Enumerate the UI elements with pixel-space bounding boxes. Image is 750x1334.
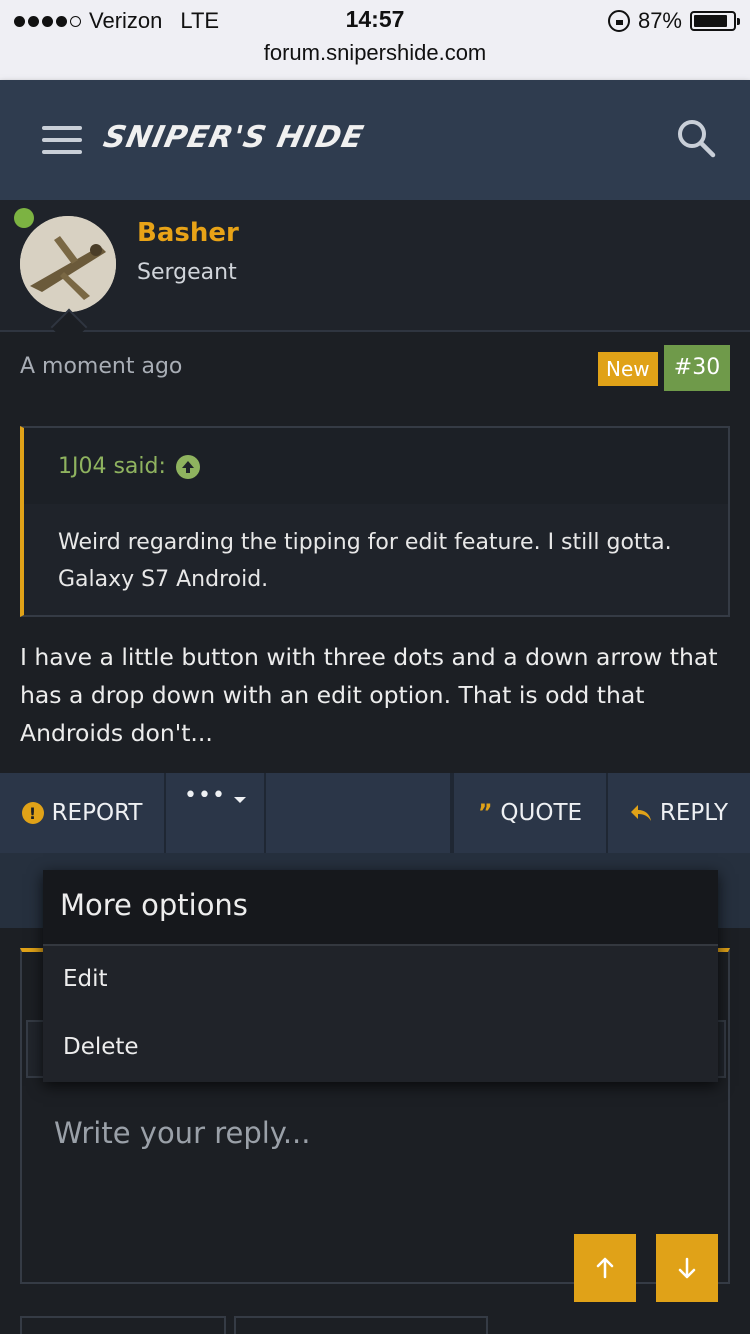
- menu-title-bar: More options: [43, 870, 718, 946]
- quote-text: Weird regarding the tipping for edit fea…: [58, 530, 672, 592]
- post-time[interactable]: A moment ago: [20, 354, 182, 379]
- quote-header: 1J04 said:: [24, 428, 728, 504]
- post-author-header: Basher Sergeant: [0, 200, 750, 332]
- quote-author[interactable]: 1J04 said:: [58, 454, 200, 479]
- warning-icon: !: [21, 802, 44, 824]
- arrow-up-icon: [596, 1257, 614, 1279]
- bottom-button-right[interactable]: [234, 1316, 488, 1334]
- menu-icon[interactable]: [42, 126, 82, 154]
- bottom-button-left[interactable]: [20, 1316, 226, 1334]
- chevron-down-icon: [233, 797, 246, 803]
- more-options-button[interactable]: •••: [166, 773, 266, 853]
- arrow-down-icon: [678, 1257, 696, 1279]
- quote-label: QUOTE: [500, 800, 583, 826]
- site-logo[interactable]: SNIPER'S HIDE: [100, 120, 367, 155]
- status-right: 87%: [607, 8, 740, 34]
- actions-spacer: [266, 773, 452, 853]
- ellipsis-icon: •••: [184, 783, 226, 808]
- scroll-down-button[interactable]: [656, 1234, 718, 1302]
- quote-icon: ”: [477, 800, 493, 826]
- post-number-badge[interactable]: #30: [664, 345, 730, 391]
- battery-icon: [690, 11, 740, 31]
- scroll-up-button[interactable]: [574, 1234, 636, 1302]
- reply-arrow-icon: [630, 805, 651, 821]
- report-label: REPORT: [51, 800, 143, 826]
- quote-button[interactable]: ” QUOTE: [452, 773, 608, 853]
- menu-title: More options: [60, 888, 248, 922]
- jump-to-quote-icon[interactable]: [175, 454, 200, 479]
- avatar[interactable]: [20, 216, 116, 312]
- search-icon[interactable]: [676, 118, 716, 158]
- reply-button[interactable]: REPLY: [608, 773, 750, 853]
- more-options-menu: More options Edit Delete: [43, 870, 718, 1082]
- orientation-lock-icon: [607, 10, 630, 32]
- report-button[interactable]: ! REPORT: [0, 773, 166, 853]
- reply-label: REPLY: [659, 800, 729, 826]
- address-url[interactable]: forum.snipershide.com: [0, 40, 750, 66]
- airplane-avatar-icon: [20, 216, 116, 312]
- new-badge: New: [598, 352, 658, 386]
- menu-item-edit[interactable]: Edit: [63, 966, 108, 992]
- menu-item-delete[interactable]: Delete: [63, 1034, 139, 1060]
- online-indicator: [14, 208, 34, 228]
- site-header: SNIPER'S HIDE: [0, 80, 750, 200]
- reply-input[interactable]: Write your reply...: [54, 1116, 310, 1150]
- post-actions-bar: ! REPORT ••• ” QUOTE REPLY: [0, 773, 750, 853]
- quote-author-text: 1J04 said:: [58, 454, 166, 479]
- battery-percent: 87%: [637, 8, 682, 33]
- quote-block: 1J04 said: Weird regarding the tipping f…: [20, 426, 730, 617]
- post-body: I have a little button with three dots a…: [20, 643, 718, 747]
- user-rank: Sergeant: [137, 260, 237, 285]
- status-bar: Verizon LTE 14:57 87% forum.snipershide.…: [0, 0, 750, 80]
- post-username[interactable]: Basher: [137, 218, 239, 248]
